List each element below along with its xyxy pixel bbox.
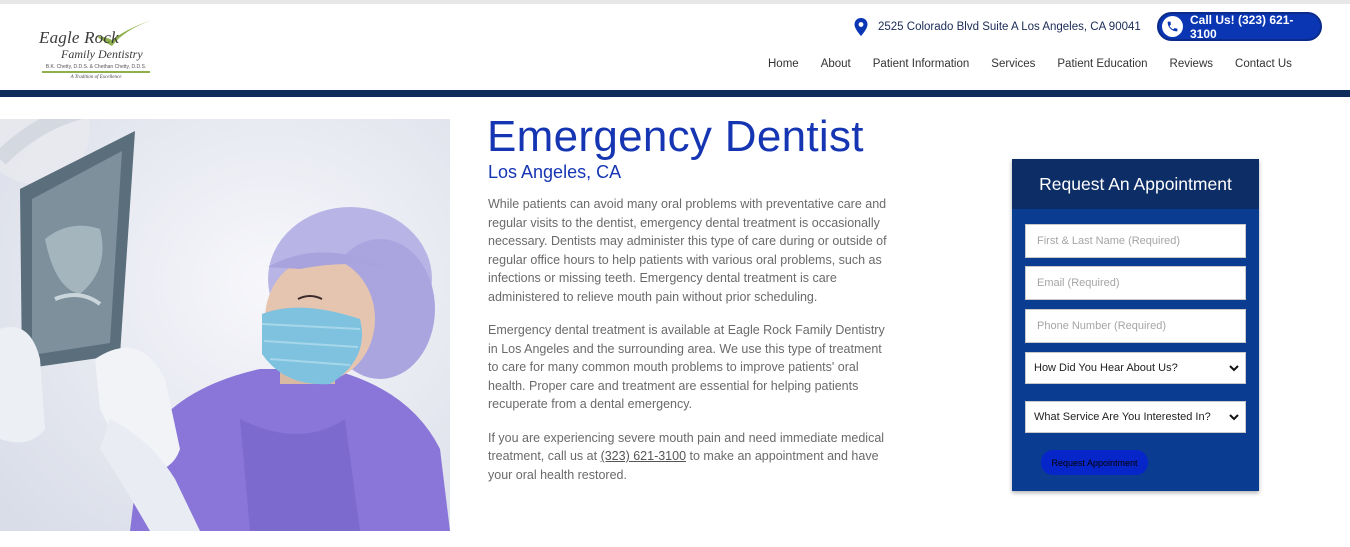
paragraph-1: While patients can avoid many oral probl… — [488, 197, 887, 304]
chevron-down-icon — [1229, 365, 1239, 372]
logo-doctors: B.K. Chetty, D.D.S. & Chethan Chetty, D.… — [45, 64, 147, 70]
call-us-label: Call Us! (323) 621-3100 — [1189, 12, 1294, 41]
request-appointment-button[interactable]: Request Appointment — [1041, 450, 1148, 475]
hear-about-select[interactable]: How Did You Hear About Us? — [1025, 352, 1246, 384]
nav-reviews[interactable]: Reviews — [1159, 58, 1224, 70]
paragraph-3: If you are experiencing severe mouth pai… — [488, 429, 893, 485]
hear-about-select-value: How Did You Hear About Us? — [1034, 362, 1178, 374]
call-us-button[interactable]: Call Us! (323) 621-3100 — [1157, 12, 1322, 41]
service-select[interactable]: What Service Are You Interested In? — [1025, 401, 1246, 433]
nav-patient-information[interactable]: Patient Information — [862, 58, 981, 70]
service-select-value: What Service Are You Interested In? — [1034, 411, 1211, 423]
address-text: 2525 Colorado Blvd Suite A Los Angeles, … — [878, 21, 1141, 33]
header-divider-band — [0, 90, 1350, 97]
hero-photo-dentist-xray — [0, 119, 450, 531]
appointment-form: Request An Appointment First & Last Name… — [1012, 159, 1259, 491]
nav-patient-education[interactable]: Patient Education — [1046, 58, 1158, 70]
email-field[interactable]: Email (Required) — [1025, 266, 1246, 300]
map-pin-icon — [854, 18, 868, 36]
address[interactable]: 2525 Colorado Blvd Suite A Los Angeles, … — [854, 18, 1141, 36]
logo[interactable]: Eagle Rock Family Dentistry B.K. Chetty,… — [34, 14, 158, 84]
name-field[interactable]: First & Last Name (Required) — [1025, 224, 1246, 258]
page-title: Emergency Dentist — [487, 112, 864, 161]
logo-line-2: Family Dentistry — [61, 47, 143, 61]
logo-tagline: A Tradition of Excellence — [70, 75, 122, 80]
phone-icon — [1162, 16, 1183, 37]
nav-home[interactable]: Home — [757, 58, 810, 70]
site-header: Eagle Rock Family Dentistry B.K. Chetty,… — [0, 4, 1350, 90]
body-copy: While patients can avoid many oral probl… — [488, 195, 893, 499]
paragraph-2: Emergency dental treatment is available … — [488, 323, 885, 412]
nav-services[interactable]: Services — [980, 58, 1046, 70]
main-nav: Home About Patient Information Services … — [757, 58, 1303, 70]
nav-about[interactable]: About — [810, 58, 862, 70]
phone-field[interactable]: Phone Number (Required) — [1025, 309, 1246, 343]
logo-line-1: Eagle Rock — [39, 28, 119, 47]
form-heading: Request An Appointment — [1012, 159, 1259, 209]
phone-link[interactable]: (323) 621-3100 — [601, 449, 686, 463]
page-subtitle: Los Angeles, CA — [488, 162, 622, 182]
chevron-down-icon — [1229, 414, 1239, 421]
logo-rule — [42, 71, 150, 73]
dentist-illustration — [0, 119, 450, 531]
nav-contact-us[interactable]: Contact Us — [1224, 58, 1303, 70]
